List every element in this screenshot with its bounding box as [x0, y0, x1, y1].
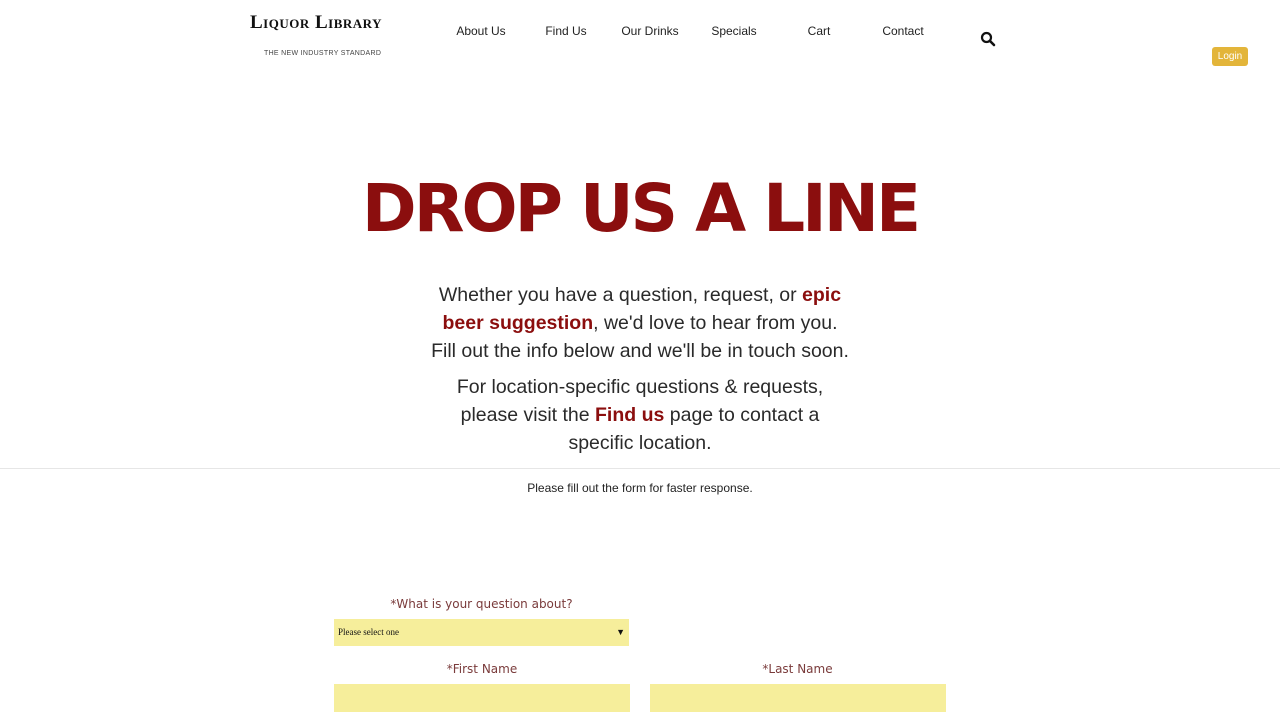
last-name-label: *Last Name: [762, 662, 833, 676]
login-button[interactable]: Login: [1212, 47, 1248, 66]
search-button[interactable]: [980, 31, 996, 47]
find-us-link[interactable]: Find us: [595, 404, 664, 426]
intro-text-start: Whether you have a question, request, or: [438, 284, 803, 306]
nav-find-us[interactable]: Find Us: [545, 24, 586, 38]
last-name-field[interactable]: [650, 684, 946, 712]
question-label: *What is your question about?: [390, 597, 573, 611]
question-select[interactable]: Please select one ▼: [334, 619, 629, 646]
dropdown-arrow-icon: ▼: [616, 627, 625, 637]
form-note: Please fill out the form for faster resp…: [527, 481, 753, 495]
nav-cart[interactable]: Cart: [808, 24, 831, 38]
intro-paragraph: Whether you have a question, request, or…: [430, 281, 850, 365]
nav-contact[interactable]: Contact: [882, 24, 923, 38]
first-name-field[interactable]: [334, 684, 630, 712]
nav-about-us[interactable]: About Us: [456, 24, 505, 38]
logo-title: Liquor Library: [250, 12, 382, 33]
nav-our-drinks[interactable]: Our Drinks: [621, 24, 678, 38]
logo-tagline: THE NEW INDUSTRY STANDARD: [264, 50, 382, 57]
logo[interactable]: Liquor Library THE NEW INDUSTRY STANDARD: [250, 12, 410, 57]
nav-specials[interactable]: Specials: [711, 24, 756, 38]
location-paragraph: For location-specific questions & reques…: [430, 373, 850, 457]
section-divider: [0, 468, 1280, 469]
page-title: DROP US A LINE: [361, 170, 921, 247]
question-select-value: Please select one: [338, 627, 399, 637]
first-name-label: *First Name: [446, 662, 518, 676]
search-icon: [980, 31, 996, 47]
